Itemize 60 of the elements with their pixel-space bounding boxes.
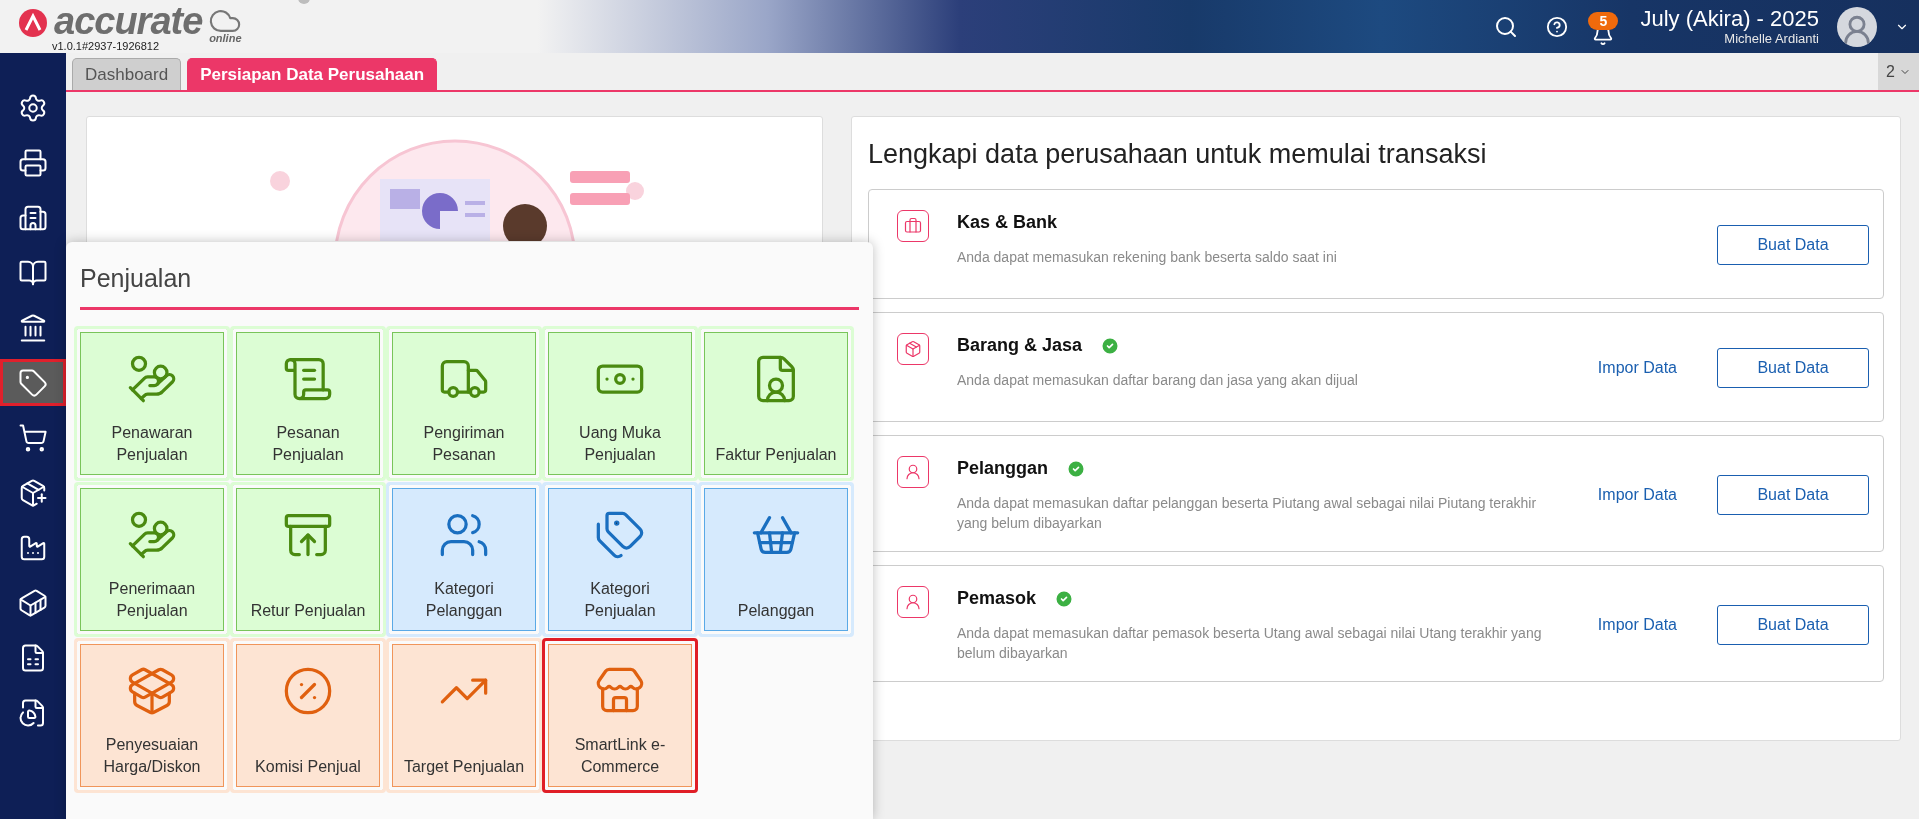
printer-icon — [18, 147, 48, 178]
menu-tile[interactable]: Uang Muka Penjualan — [542, 326, 698, 481]
row-description: Anda dapat memasukan daftar barang dan jasa yang akan dijual — [957, 371, 1359, 390]
person-icon — [897, 586, 929, 618]
create-button[interactable]: Buat Data — [1717, 474, 1869, 515]
logo-icon — [18, 7, 48, 38]
row-description: Anda dapat memasukan daftar pelanggan beserta Piutang awal sebagai nilai Piutang terakhir yang belum dibayarkan — [957, 494, 1538, 533]
tab[interactable]: Dashboard — [72, 58, 182, 90]
create-button[interactable]: Buat Data — [1717, 604, 1869, 645]
logo-text: accurate — [54, 1, 203, 40]
period-text: July (Akira) - 2025 — [1640, 7, 1819, 31]
menu-tile[interactable]: Kategori Pelanggan — [386, 482, 542, 637]
menu-tile[interactable]: Pesanan Penjualan — [230, 326, 386, 481]
menu-tile[interactable]: Faktur Penjualan — [698, 326, 854, 481]
version-text: v1.0.1#2937-1926812 — [52, 39, 161, 52]
logo-subtitle: online — [209, 31, 242, 44]
menu-tile[interactable]: Kategori Penjualan — [542, 482, 698, 637]
tab-counter-button[interactable]: 2 — [1878, 53, 1919, 90]
row-description: Anda dapat memasukan rekening bank beserta saldo saat ini — [957, 248, 1338, 267]
cart-icon — [18, 422, 48, 453]
bank-icon — [18, 312, 48, 343]
avatar[interactable] — [1837, 6, 1877, 47]
help-icon — [1546, 15, 1569, 38]
import-link[interactable]: Impor Data — [1597, 485, 1677, 504]
menu-tile[interactable]: Pengiriman Pesanan — [386, 326, 542, 481]
row-title: Pelanggan — [957, 458, 1049, 479]
row-description: Anda dapat memasukan daftar pemasok beserta Utang awal sebagai nilai Utang terakhir yang belum dibayarkan — [957, 624, 1543, 663]
tab[interactable]: Persiapan Data Perusahaan — [187, 58, 438, 90]
create-button[interactable]: Buat Data — [1717, 348, 1869, 388]
notification-badge: 5 — [1588, 11, 1619, 30]
user-name: Michelle Ardianti — [1724, 31, 1819, 46]
search-icon — [1494, 14, 1519, 39]
import-link[interactable]: Impor Data — [1597, 359, 1677, 377]
menu-tile[interactable]: Pelanggan — [698, 482, 854, 637]
setup-title: Lengkapi data perusahaan untuk memulai transaksi — [868, 139, 1488, 170]
hand-coin-icon — [126, 509, 178, 561]
help-button[interactable] — [1546, 15, 1569, 38]
menu-tile[interactable]: Penerimaan Penjualan — [74, 482, 230, 637]
menu-tile[interactable]: Retur Penjualan — [230, 482, 386, 637]
menu-tile[interactable]: Penawaran Penjualan — [74, 326, 230, 481]
row-title: Kas & Bank — [957, 212, 1058, 233]
box-icon — [126, 665, 178, 717]
tags-icon — [594, 509, 646, 561]
settings-icon — [18, 92, 48, 123]
tag-icon — [18, 367, 48, 398]
box-icon — [897, 333, 929, 365]
sidebar-item[interactable] — [0, 359, 66, 406]
hand-coin-icon — [126, 353, 178, 405]
menu-title: Penjualan — [80, 264, 859, 310]
row-title: Barang & Jasa — [957, 335, 1083, 356]
menu-tile[interactable]: Target Penjualan — [386, 638, 542, 793]
percent-icon — [282, 665, 334, 717]
search-button[interactable] — [1494, 14, 1519, 39]
menu-tile[interactable]: Penyesuaian Harga/Diskon — [74, 638, 230, 793]
person-icon — [897, 456, 929, 488]
import-link[interactable]: Impor Data — [1597, 615, 1677, 634]
menu-tile[interactable]: SmartLink e-Commerce — [542, 638, 698, 793]
menu-tile[interactable]: Komisi Penjual — [230, 638, 386, 793]
create-button[interactable]: Buat Data — [1717, 225, 1869, 265]
row-title: Pemasok — [957, 588, 1037, 609]
